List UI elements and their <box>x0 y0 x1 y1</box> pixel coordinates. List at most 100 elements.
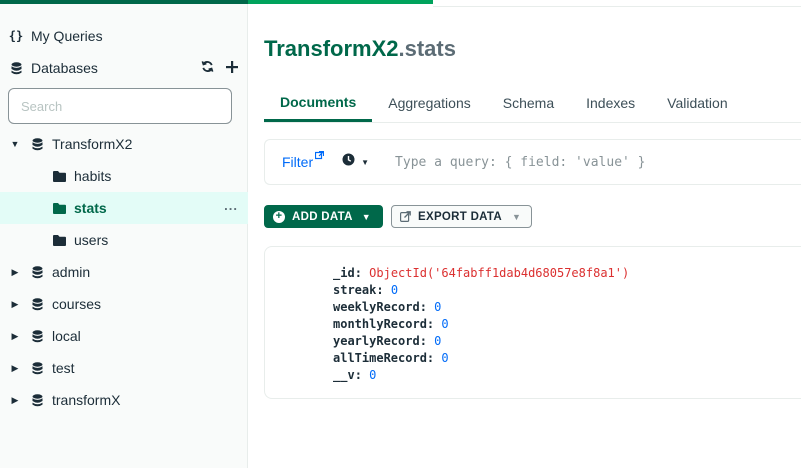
db-label: local <box>52 328 81 344</box>
database-icon <box>30 393 44 407</box>
query-bar: Filter ▼ <box>264 139 801 185</box>
caret-right-icon[interactable]: ▶ <box>10 299 20 309</box>
field-value[interactable]: 0 <box>441 351 448 365</box>
sidebar-item-collection-habits[interactable]: habits <box>0 160 248 192</box>
tab-aggregations[interactable]: Aggregations <box>372 84 487 122</box>
external-link-icon <box>315 150 325 162</box>
tab-indexes[interactable]: Indexes <box>570 84 651 122</box>
databases-actions <box>201 60 238 76</box>
caret-down-icon: ▼ <box>512 211 522 222</box>
export-data-button[interactable]: EXPORT DATA ▼ <box>391 205 532 228</box>
curly-braces-icon: {} <box>8 29 24 43</box>
field-value[interactable]: 0 <box>391 283 398 297</box>
my-queries-label: My Queries <box>31 28 103 44</box>
refresh-icon[interactable] <box>201 60 214 76</box>
document-card[interactable]: _id: ObjectId('64fabff1dab4d68057e8f8a1'… <box>264 246 801 399</box>
document-fields: _id: ObjectId('64fabff1dab4d68057e8f8a1'… <box>333 265 629 384</box>
db-label: transformX <box>52 392 121 408</box>
sidebar-item-db-courses[interactable]: ▶ courses <box>0 288 248 320</box>
db-label: admin <box>52 264 91 280</box>
collection-label: stats <box>74 200 107 216</box>
database-icon <box>30 361 44 375</box>
caret-down-icon: ▼ <box>361 211 371 222</box>
sidebar-item-db-transformx2[interactable]: ▼ TransformX2 <box>0 128 248 160</box>
top-divider <box>433 6 801 7</box>
database-icon <box>9 61 23 75</box>
field-value[interactable]: 0 <box>441 317 448 331</box>
caret-down-icon[interactable]: ▼ <box>10 139 20 149</box>
collection-label: habits <box>74 168 112 184</box>
sidebar-search[interactable] <box>8 88 232 124</box>
tab-documents[interactable]: Documents <box>264 84 373 122</box>
db-label: test <box>52 360 75 376</box>
plus-icon[interactable] <box>226 60 238 76</box>
filter-link[interactable]: Filter <box>282 150 325 170</box>
databases-header: Databases <box>0 52 248 84</box>
document-field: monthlyRecord: 0 <box>333 317 449 331</box>
field-value[interactable]: 0 <box>434 334 441 348</box>
document-field: _id: ObjectId('64fabff1dab4d68057e8f8a1'… <box>333 266 630 280</box>
sidebar-item-db-transformx[interactable]: ▶ transformX <box>0 384 248 416</box>
filter-label: Filter <box>282 154 314 170</box>
more-actions-icon[interactable]: ... <box>224 198 238 213</box>
document-field: streak: 0 <box>333 283 399 297</box>
my-queries-item[interactable]: {} My Queries <box>0 20 248 52</box>
folder-icon <box>52 169 66 183</box>
sidebar-item-db-admin[interactable]: ▶ admin <box>0 256 248 288</box>
tabs-divider <box>264 122 801 123</box>
document-field: allTimeRecord: 0 <box>333 351 449 365</box>
field-key: allTimeRecord <box>333 351 427 365</box>
database-icon <box>30 329 44 343</box>
field-value[interactable]: ObjectId('64fabff1dab4d68057e8f8a1') <box>369 266 629 280</box>
document-field: weeklyRecord: 0 <box>333 300 442 314</box>
add-data-label: ADD DATA <box>292 210 353 223</box>
sidebar-item-db-local[interactable]: ▶ local <box>0 320 248 352</box>
tab-schema[interactable]: Schema <box>487 84 570 122</box>
plus-circle-icon: + <box>273 210 285 223</box>
document-field: yearlyRecord: 0 <box>333 334 442 348</box>
compass-window: {} My Queries Databases ▼ <box>0 0 801 468</box>
add-data-button[interactable]: + ADD DATA ▼ <box>264 205 383 228</box>
query-history-button[interactable]: ▼ <box>342 153 369 171</box>
caret-down-icon: ▼ <box>361 157 370 167</box>
database-icon <box>30 265 44 279</box>
sidebar: {} My Queries Databases ▼ <box>0 0 248 468</box>
field-key: __v <box>333 368 355 382</box>
folder-icon <box>52 201 66 215</box>
caret-right-icon[interactable]: ▶ <box>10 395 20 405</box>
field-value[interactable]: 0 <box>369 368 376 382</box>
database-icon <box>30 297 44 311</box>
active-tab-accent <box>248 0 433 4</box>
database-icon <box>30 137 44 151</box>
field-key: _id <box>333 266 355 280</box>
sidebar-item-collection-users[interactable]: users <box>0 224 248 256</box>
clock-icon <box>342 153 355 171</box>
db-label: courses <box>52 296 102 312</box>
databases-label: Databases <box>31 60 98 76</box>
tab-validation[interactable]: Validation <box>651 84 743 122</box>
query-input[interactable] <box>395 155 801 170</box>
field-key: streak <box>333 283 377 297</box>
query-input-wrapper <box>395 153 801 171</box>
export-icon <box>400 211 411 222</box>
caret-right-icon[interactable]: ▶ <box>10 363 20 373</box>
search-input[interactable] <box>9 89 231 123</box>
export-data-label: EXPORT DATA <box>418 210 503 223</box>
title-database: TransformX2 <box>264 36 399 61</box>
db-label: TransformX2 <box>52 136 133 152</box>
sidebar-item-collection-stats[interactable]: stats ... <box>0 192 248 224</box>
field-key: yearlyRecord <box>333 334 420 348</box>
page-title: TransformX2.stats <box>264 36 456 62</box>
sidebar-item-db-test[interactable]: ▶ test <box>0 352 248 384</box>
document-field: __v: 0 <box>333 368 377 382</box>
field-key: monthlyRecord <box>333 317 427 331</box>
sidebar-top-accent <box>0 0 248 4</box>
title-collection: .stats <box>398 36 456 61</box>
collection-label: users <box>74 232 109 248</box>
collection-tabs: Documents Aggregations Schema Indexes Va… <box>264 84 744 124</box>
caret-right-icon[interactable]: ▶ <box>10 331 20 341</box>
field-value[interactable]: 0 <box>434 300 441 314</box>
folder-icon <box>52 233 66 247</box>
field-key: weeklyRecord <box>333 300 420 314</box>
caret-right-icon[interactable]: ▶ <box>10 267 20 277</box>
